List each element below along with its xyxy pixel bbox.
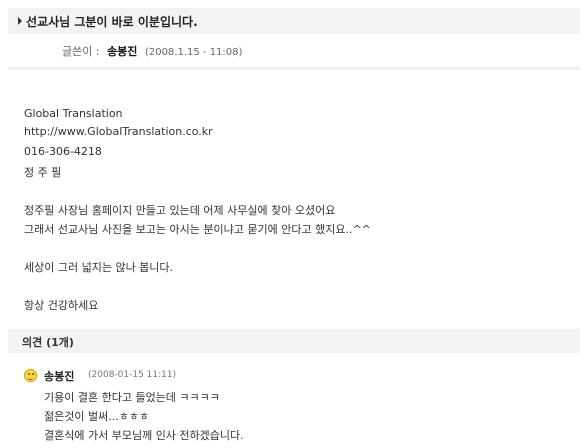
post-date: (2008.1.15 - 11:08)	[144, 47, 243, 58]
body-line: 016-306-4218	[24, 145, 102, 158]
body-line: 세상이 그러 넓지는 않나 봅니다.	[24, 261, 174, 274]
post-author[interactable]: 송봉진	[107, 45, 137, 58]
body-line: 항상 건강하세요	[24, 299, 99, 312]
body-link[interactable]: http://www.GlobalTranslation.co.kr	[24, 125, 213, 138]
comments-header: 의견 (1개)	[8, 329, 580, 353]
divider	[8, 67, 580, 70]
bullet-icon	[18, 17, 22, 25]
post-title: 선교사님 그분이 바로 이분입니다.	[26, 15, 198, 29]
comment-date: (2008-01-15 11:11)	[88, 370, 177, 380]
body-line: 그래서 선교사님 사진을 보고는 아시는 분이냐고 묻기에 안다고 했지요..^…	[24, 223, 371, 236]
smiley-icon	[24, 369, 37, 382]
author-label: 글쓴이 :	[62, 45, 100, 58]
post-meta: 글쓴이 : 송봉진 (2008.1.15 - 11:08)	[62, 43, 242, 59]
body-line: 정 주 필	[24, 166, 62, 179]
comment-author[interactable]: 송봉진	[44, 368, 74, 384]
post-title-bar: 선교사님 그분이 바로 이분입니다.	[8, 8, 580, 34]
comments-title: 의견 (1개)	[22, 336, 74, 349]
body-line: Global Translation	[24, 107, 123, 120]
body-line: 정주필 사장님 홈페이지 만들고 있는데 어제 사무실에 찾아 오셨어요	[24, 204, 336, 217]
comment-line: 젊은것이 벌써...ㅎㅎㅎ	[44, 410, 150, 423]
comment-line: 기용이 결혼 한다고 들었는데 ㅋㅋㅋㅋ	[44, 391, 220, 404]
comment-line: 결혼식에 가서 부모님께 인사 전하겠습니다.	[44, 429, 244, 442]
